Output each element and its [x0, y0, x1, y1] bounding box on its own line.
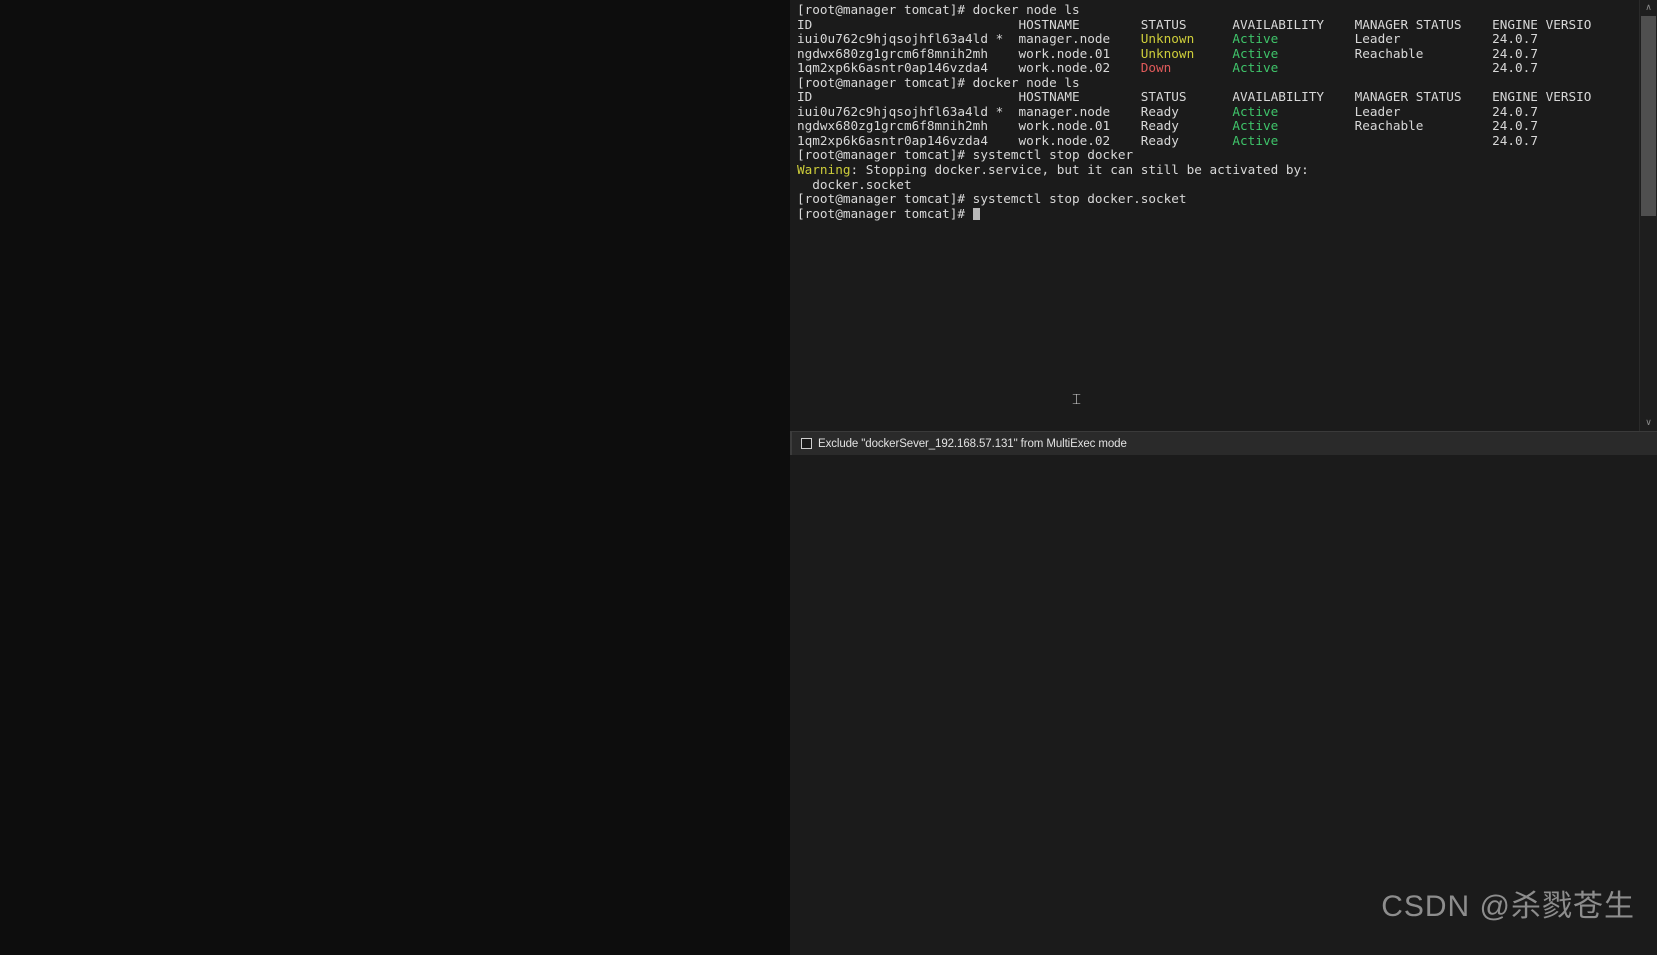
exclude-multiexec-label-top-left: Exclude "dockerSever_192.168.57.131" fro…	[818, 437, 1127, 450]
terminal-text: Reachable 24.0.7	[1278, 118, 1538, 134]
terminal-text: Active	[1232, 31, 1279, 47]
scrollbar-track-top-left[interactable]	[1640, 16, 1657, 415]
terminal-text: 1qm2xp6k6asntr0ap146vzda4 work.node.02 R…	[797, 132, 1233, 148]
terminal-line: [root@manager tomcat]#	[797, 205, 1639, 222]
terminal-text: 1qm2xp6k6asntr0ap146vzda4 work.node.02	[797, 60, 1141, 76]
exclude-multiexec-checkbox-top-left[interactable]	[801, 438, 812, 449]
terminal-line: 1qm2xp6k6asntr0ap146vzda4 work.node.02 R…	[797, 132, 1639, 149]
terminal-output-top-right[interactable]: [root@work tomcat]# systemctl stop docke…	[790, 0, 791, 431]
terminal-output-top-left[interactable]: [root@manager tomcat]# docker node ls ID …	[791, 0, 1639, 431]
scroll-down-arrow-icon[interactable]: ∨	[1640, 415, 1657, 431]
terminal-line: ngdwx680zg1grcm6f8mnih2mh work.node.01 U…	[797, 45, 1639, 62]
terminal-text: Unknown	[1140, 45, 1195, 61]
terminal-text: Leader 24.0.7	[1278, 31, 1538, 47]
terminal-text: ID HOSTNAME STATUS AVAILABILITY MANAGER …	[797, 89, 1592, 105]
terminal-text: [root@manager tomcat]#	[797, 205, 973, 221]
terminal-line: [root@manager tomcat]# systemctl stop do…	[797, 148, 1639, 163]
terminal-text: Unknown	[1140, 31, 1195, 47]
terminal-text: [root@manager tomcat]# docker node ls	[797, 2, 1080, 17]
terminal-line: iui0u762c9hjqsojhfl63a4ld * manager.node…	[797, 103, 1639, 120]
terminal-text: ngdwx680zg1grcm6f8mnih2mh work.node.01	[797, 45, 1141, 61]
terminal-text: [root@manager tomcat]# systemctl stop do…	[797, 147, 1134, 163]
terminal-area-bottom-right	[791, 455, 1657, 955]
terminal-text: 24.0.7	[1278, 60, 1538, 76]
terminal-area-top-left: [root@manager tomcat]# docker node ls ID …	[791, 0, 1657, 431]
terminal-text: Active	[1232, 60, 1279, 76]
terminal-text: [root@manager tomcat]# docker node ls	[797, 74, 1080, 90]
terminal-line: iui0u762c9hjqsojhfl63a4ld * manager.node…	[797, 31, 1639, 47]
terminal-line: [root@manager tomcat]# systemctl stop do…	[797, 191, 1639, 207]
terminal-text: ngdwx680zg1grcm6f8mnih2mh work.node.01 R…	[797, 118, 1233, 134]
terminal-area-top-right: [root@work tomcat]# systemctl stop docke…	[790, 0, 791, 431]
terminal-line: [root@manager tomcat]# docker node ls	[797, 2, 1639, 18]
terminal-cursor	[972, 207, 980, 220]
pane-top-right: [root@work tomcat]# systemctl stop docke…	[790, 0, 791, 455]
terminal-line: Warning: Stopping docker.service, but it…	[797, 162, 1639, 178]
terminal-text: iui0u762c9hjqsojhfl63a4ld * manager.node	[797, 31, 1141, 47]
pane-bottom-right	[791, 455, 1657, 955]
terminal-text: ID HOSTNAME STATUS AVAILABILITY MANAGER …	[797, 16, 1592, 32]
vertical-divider[interactable]	[0, 0, 790, 955]
terminal-multiplexer-window: [root@manager tomcat]# docker node ls ID …	[0, 0, 1657, 955]
terminal-text: 24.0.7	[1278, 132, 1538, 148]
statusbar-top-right: Exclude "dockerSever_192.168.57.15" from…	[790, 431, 791, 455]
statusbar-top-left: Exclude "dockerSever_192.168.57.131" fro…	[791, 431, 1657, 455]
terminal-text: Reachable 24.0.7	[1278, 45, 1538, 61]
terminal-text: Active	[1232, 103, 1279, 119]
terminal-text: : Stopping docker.service, but it can st…	[850, 162, 1309, 178]
terminal-text: Active	[1232, 132, 1279, 148]
terminal-text: Down	[1140, 60, 1172, 76]
terminal-text: Warning	[797, 162, 851, 178]
pane-top-left: [root@manager tomcat]# docker node ls ID …	[791, 0, 1657, 455]
terminal-line: 1qm2xp6k6asntr0ap146vzda4 work.node.02 D…	[797, 60, 1639, 76]
terminal-text: iui0u762c9hjqsojhfl63a4ld * manager.node…	[797, 103, 1233, 119]
terminal-text: docker.socket	[797, 176, 912, 192]
terminal-line: ngdwx680zg1grcm6f8mnih2mh work.node.01 R…	[797, 119, 1639, 134]
terminal-text: Active	[1232, 45, 1279, 61]
terminal-line: ID HOSTNAME STATUS AVAILABILITY MANAGER …	[797, 90, 1639, 105]
scrollbar-thumb-top-left[interactable]	[1641, 16, 1656, 216]
terminal-line: [root@manager tomcat]# docker node ls	[797, 74, 1639, 91]
terminal-text: Active	[1232, 118, 1279, 134]
scroll-up-arrow-icon[interactable]: ∧	[1640, 0, 1657, 16]
terminal-line: docker.socket	[797, 176, 1639, 193]
terminal-text: [root@manager tomcat]# systemctl stop do…	[797, 191, 1187, 207]
scrollbar-top-left[interactable]: ∧ ∨	[1639, 0, 1657, 431]
terminal-text: Leader 24.0.7	[1278, 103, 1538, 119]
terminal-output-bottom-right[interactable]	[791, 455, 1657, 955]
terminal-line: ID HOSTNAME STATUS AVAILABILITY MANAGER …	[797, 16, 1639, 33]
exclude-multiexec-row-top-left[interactable]: Exclude "dockerSever_192.168.57.131" fro…	[801, 438, 1127, 450]
